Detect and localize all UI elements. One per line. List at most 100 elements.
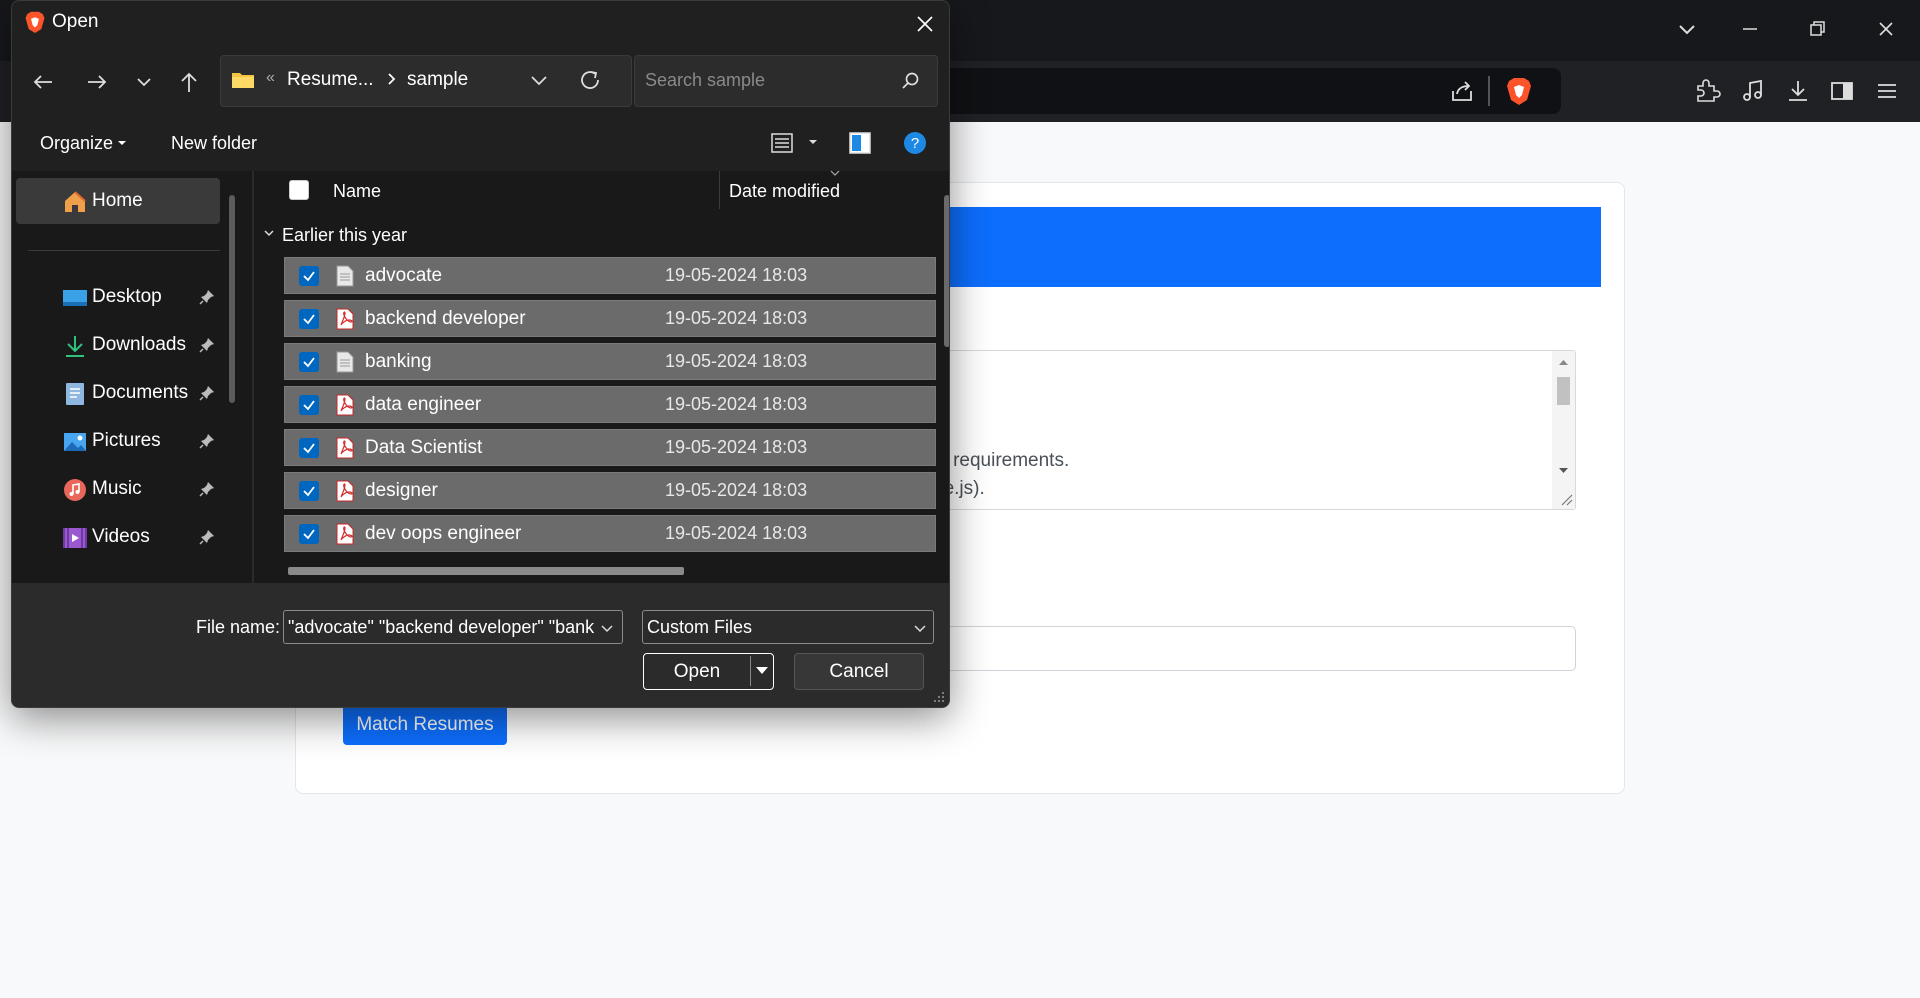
brave-lion-icon (24, 10, 46, 34)
split-divider (750, 656, 751, 686)
close-icon[interactable] (912, 11, 938, 37)
music-note-icon[interactable] (1738, 76, 1768, 106)
file-type-select[interactable]: Custom Files (642, 610, 934, 644)
search-input[interactable]: Search sample (634, 55, 938, 107)
caret-down-icon[interactable] (808, 138, 818, 146)
file-type-value: Custom Files (647, 617, 753, 637)
checkbox-checked[interactable] (299, 352, 319, 372)
column-divider[interactable] (719, 171, 720, 209)
chevron-down-icon[interactable] (527, 68, 551, 92)
pin-icon[interactable] (198, 336, 216, 354)
close-icon[interactable] (1871, 14, 1901, 44)
text-file-icon (335, 351, 355, 373)
pin-icon[interactable] (198, 432, 216, 450)
search-icon[interactable] (899, 70, 921, 92)
preview-pane-icon[interactable] (847, 130, 873, 156)
sidebar-item-downloads[interactable]: Downloads (12, 322, 252, 368)
restore-icon[interactable] (1802, 14, 1832, 44)
group-collapse-chevron-icon[interactable] (262, 226, 276, 240)
file-name-input[interactable]: "advocate" "backend developer" "bank (283, 610, 623, 644)
puzzle-icon[interactable] (1692, 76, 1722, 106)
nav-pane-scrollbar[interactable] (229, 195, 235, 403)
caret-down-icon[interactable] (754, 664, 770, 678)
match-resumes-button[interactable]: Match Resumes (343, 705, 507, 745)
sidebar-item-home[interactable]: Home (16, 178, 220, 224)
checkbox-checked[interactable] (299, 438, 319, 458)
table-row[interactable]: Data Scientist 19-05-2024 18:03 (284, 429, 936, 466)
caret-down-icon (117, 139, 127, 147)
jd-text-line: de.js). (933, 478, 985, 499)
checkbox-checked[interactable] (299, 309, 319, 329)
file-date: 19-05-2024 18:03 (665, 523, 808, 543)
pdf-file-icon (335, 308, 355, 330)
pin-icon[interactable] (198, 528, 216, 546)
textarea-scrollbar[interactable] (1552, 351, 1575, 509)
select-all-checkbox[interactable] (289, 180, 309, 200)
breadcrumb-item-sample[interactable]: sample (407, 69, 468, 91)
file-date: 19-05-2024 18:03 (665, 480, 808, 500)
checkbox-checked[interactable] (299, 395, 319, 415)
minimize-icon[interactable] (1735, 14, 1765, 44)
pin-icon[interactable] (198, 480, 216, 498)
file-list-horizontal-scrollbar[interactable] (288, 567, 684, 575)
chevron-down-icon[interactable] (598, 619, 616, 637)
urlbar-divider (1488, 76, 1490, 106)
sidebar-icon[interactable] (1827, 76, 1857, 106)
chevron-down-icon[interactable] (1672, 14, 1702, 44)
file-date: 19-05-2024 18:03 (665, 308, 808, 328)
home-icon (62, 189, 88, 215)
table-row[interactable]: data engineer 19-05-2024 18:03 (284, 386, 936, 423)
new-folder-button[interactable]: New folder (171, 133, 257, 154)
download-icon[interactable] (1783, 76, 1813, 106)
view-details-icon[interactable] (769, 130, 795, 156)
help-icon[interactable]: ? (902, 130, 928, 156)
sidebar-item-label: Documents (92, 382, 189, 403)
brave-lion-icon[interactable] (1505, 76, 1533, 106)
sidebar-item-documents[interactable]: Documents (12, 370, 252, 416)
refresh-icon[interactable] (577, 67, 603, 93)
open-button-label: Open (673, 661, 721, 682)
sidebar-item-music[interactable]: Music (12, 466, 252, 512)
table-row[interactable]: designer 19-05-2024 18:03 (284, 472, 936, 509)
sidebar-item-desktop[interactable]: Desktop (12, 274, 252, 320)
table-row[interactable]: banking 19-05-2024 18:03 (284, 343, 936, 380)
checkbox-checked[interactable] (299, 481, 319, 501)
pin-icon[interactable] (198, 384, 216, 402)
file-list-vertical-scrollbar[interactable] (944, 195, 949, 347)
forward-arrow-icon[interactable] (82, 67, 112, 97)
checkbox-checked[interactable] (299, 266, 319, 286)
checkbox-checked[interactable] (299, 524, 319, 544)
table-row[interactable]: dev oops engineer 19-05-2024 18:03 (284, 515, 936, 552)
breadcrumb[interactable]: « Resume... sample (220, 55, 632, 107)
file-date: 19-05-2024 18:03 (665, 351, 808, 371)
table-row[interactable]: advocate 19-05-2024 18:03 (284, 257, 936, 294)
breadcrumb-item-resume[interactable]: Resume... (287, 69, 374, 91)
breadcrumb-overflow[interactable]: « (266, 69, 275, 87)
column-header-date-modified[interactable]: Date modified (729, 181, 840, 202)
table-row[interactable]: backend developer 19-05-2024 18:03 (284, 300, 936, 337)
column-header-name[interactable]: Name (333, 181, 381, 202)
organize-menu[interactable]: Organize (40, 133, 113, 154)
svg-text:?: ? (911, 135, 919, 152)
resize-grip-icon[interactable] (933, 691, 945, 703)
open-file-dialog: Open « Resume... sample Search sample Or… (11, 0, 950, 708)
sidebar-item-label: Music (92, 478, 142, 499)
sidebar-item-pictures[interactable]: Pictures (12, 418, 252, 464)
hamburger-menu-icon[interactable] (1872, 76, 1902, 106)
up-arrow-icon[interactable] (174, 67, 204, 97)
file-name: dev oops engineer (365, 523, 522, 544)
cancel-button[interactable]: Cancel (794, 653, 924, 690)
sidebar-item-videos[interactable]: Videos (12, 514, 252, 560)
file-name: backend developer (365, 308, 526, 329)
dialog-title: Open (52, 11, 99, 32)
pin-icon[interactable] (198, 288, 216, 306)
open-button[interactable]: Open (643, 653, 774, 690)
pdf-file-icon (335, 437, 355, 459)
videos-icon (62, 525, 88, 551)
documents-icon (62, 381, 88, 407)
share-icon[interactable] (1448, 77, 1476, 105)
file-name-value: "advocate" "backend developer" "bank (288, 617, 595, 637)
back-arrow-icon[interactable] (28, 67, 58, 97)
recent-locations-chevron-icon[interactable] (129, 67, 159, 97)
group-header[interactable]: Earlier this year (282, 225, 407, 246)
